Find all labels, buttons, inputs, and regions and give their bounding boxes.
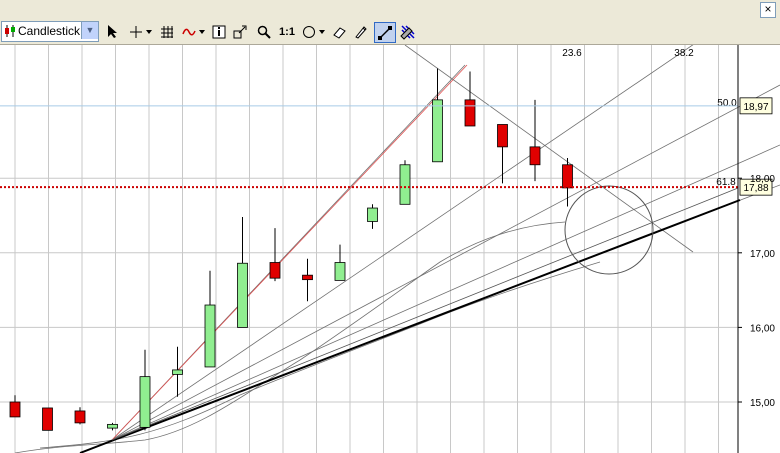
price-marker-label: 18,97: [743, 102, 768, 113]
fib-level-label: 38.2: [674, 48, 694, 59]
candle-body: [497, 124, 508, 148]
fib-level-label: 23.6: [562, 48, 582, 59]
candle-body: [204, 304, 216, 368]
candlestick-icon: [5, 25, 15, 37]
candle: [204, 270, 216, 368]
candle: [302, 258, 313, 302]
window-titlebar: ×: [0, 0, 780, 20]
candle: [367, 204, 378, 229]
candle: [269, 228, 281, 282]
crosshair-icon[interactable]: [128, 22, 154, 41]
price-chart[interactable]: 23.6 38.250.061.8 18,9717,88 15,0016,0017…: [0, 45, 780, 453]
candle-body: [9, 401, 21, 418]
candle: [172, 346, 183, 397]
candle-body: [464, 99, 476, 127]
candle: [74, 407, 86, 425]
candle-body: [334, 262, 346, 281]
ellipse-annotation[interactable]: [564, 185, 654, 275]
candle-body: [172, 369, 183, 375]
indicator-icon[interactable]: [181, 22, 207, 41]
y-tick-label: 16,00: [750, 323, 775, 334]
candle: [334, 244, 346, 281]
fan-line: [111, 45, 694, 441]
chart-toolbar: Candlestick ▼ 1:1: [0, 19, 780, 45]
candle: [562, 158, 573, 207]
y-tick-label: 17,00: [750, 249, 775, 260]
settings-icon[interactable]: [398, 22, 418, 41]
candle-body: [432, 99, 443, 163]
info-icon[interactable]: [210, 22, 228, 41]
eraser-icon[interactable]: [330, 22, 348, 41]
moving-average-line: [39, 261, 601, 449]
chevron-down-icon[interactable]: ▼: [81, 22, 98, 39]
candle: [497, 124, 508, 184]
fib-level-label: 50.0: [717, 98, 737, 109]
candle-body: [139, 376, 151, 428]
y-tick-label: 18,00: [750, 174, 775, 185]
fibonacci-fan-icon[interactable]: [374, 22, 396, 43]
support-line: [79, 199, 741, 453]
moving-average-line: [14, 221, 566, 453]
y-tick-label: 15,00: [750, 398, 775, 409]
candle-body: [367, 207, 378, 222]
candle: [237, 216, 248, 328]
candle-body: [42, 407, 53, 431]
pointer-icon[interactable]: [104, 22, 122, 41]
zoom-area-icon[interactable]: [231, 22, 249, 41]
candle-body: [107, 423, 118, 429]
candle: [432, 68, 443, 163]
draw-icon[interactable]: [352, 22, 370, 41]
zoom-icon[interactable]: [255, 22, 273, 41]
candle-body: [74, 410, 86, 424]
candle-body: [562, 164, 573, 189]
grid-icon[interactable]: [158, 22, 176, 41]
candle-body: [269, 262, 281, 279]
candle-body: [237, 262, 248, 328]
fan-line: [111, 144, 780, 441]
chart-type-label: Candlestick: [18, 24, 81, 38]
candle: [464, 71, 476, 127]
trend-line-descending: [404, 45, 694, 253]
one-to-one-button[interactable]: 1:1: [277, 22, 297, 41]
fan-line: [111, 84, 780, 441]
chart-type-select[interactable]: Candlestick ▼: [1, 21, 99, 42]
candle: [399, 160, 411, 205]
ellipse-icon[interactable]: [301, 22, 327, 41]
close-button[interactable]: ×: [760, 2, 776, 18]
candle: [9, 395, 21, 418]
candle-body: [529, 146, 541, 166]
candle-body: [302, 274, 313, 281]
candle-body: [399, 164, 411, 205]
candle: [42, 407, 53, 431]
